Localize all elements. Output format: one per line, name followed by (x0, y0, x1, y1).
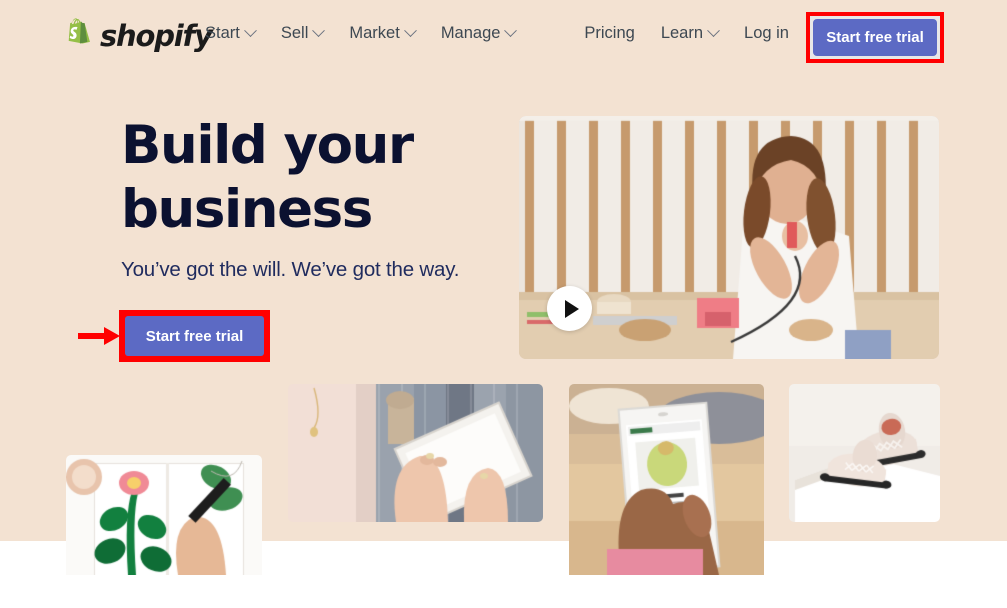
hero-heading-line-1: Build your (121, 115, 414, 176)
nav-item-pricing-label: Pricing (584, 24, 635, 42)
nav-item-market-label: Market (349, 24, 400, 42)
right-arrow-annotation-icon (78, 327, 120, 345)
nav-item-market[interactable]: Market (349, 24, 417, 43)
chevron-down-icon (403, 24, 417, 38)
nav-item-sell-label: Sell (280, 24, 309, 42)
shopify-bag-icon (68, 18, 90, 44)
hero-heading-line-2: business (121, 179, 373, 240)
video-play-button[interactable] (547, 286, 592, 331)
gallery-tile-shoes[interactable] (789, 384, 940, 522)
shopify-logo-text: shopify (100, 18, 213, 53)
nav-item-learn-label: Learn (660, 24, 704, 42)
secondary-nav-links: Pricing Learn Log in (584, 24, 789, 43)
hero-start-free-trial-button[interactable]: Start free trial (125, 316, 264, 356)
hero-subtitle: You’ve got the will. We’ve got the way. (121, 258, 460, 281)
play-icon (564, 299, 579, 318)
nav-item-start-label: Start (205, 24, 240, 42)
gallery-tile-phone[interactable] (569, 384, 764, 575)
top-navigation-bar: shopify Start Sell Market Manage Pricing… (0, 0, 1007, 74)
nav-cta-highlight-box: Start free trial (806, 12, 944, 63)
nav-item-manage-label: Manage (440, 24, 501, 42)
nav-item-login[interactable]: Log in (744, 24, 789, 43)
gallery-tile-tablet[interactable] (288, 384, 543, 522)
chevron-down-icon (707, 24, 720, 38)
gallery-image-shoes (789, 384, 940, 522)
primary-nav-links: Start Sell Market Manage (205, 24, 518, 43)
gallery-image-notebook (66, 455, 262, 575)
nav-item-sell[interactable]: Sell (280, 24, 326, 43)
nav-item-login-label: Log in (744, 24, 789, 42)
hero-heading: Build your business (121, 114, 521, 242)
nav-item-start[interactable]: Start (205, 24, 257, 43)
shopify-logo[interactable]: shopify (62, 15, 213, 57)
chevron-down-icon (312, 24, 326, 38)
nav-start-free-trial-button[interactable]: Start free trial (813, 19, 937, 56)
nav-item-pricing[interactable]: Pricing (584, 24, 634, 43)
hero-cta-highlight-box: Start free trial (119, 310, 270, 362)
gallery-image-phone (569, 384, 764, 575)
shopify-landing-page: shopify Start Sell Market Manage Pricing… (0, 0, 1007, 608)
chevron-down-icon (504, 24, 518, 38)
chevron-down-icon (243, 24, 257, 38)
gallery-tile-notebook[interactable] (66, 455, 262, 575)
nav-item-learn[interactable]: Learn (660, 24, 720, 43)
gallery-image-tablet (288, 384, 543, 522)
nav-item-manage[interactable]: Manage (440, 24, 518, 43)
